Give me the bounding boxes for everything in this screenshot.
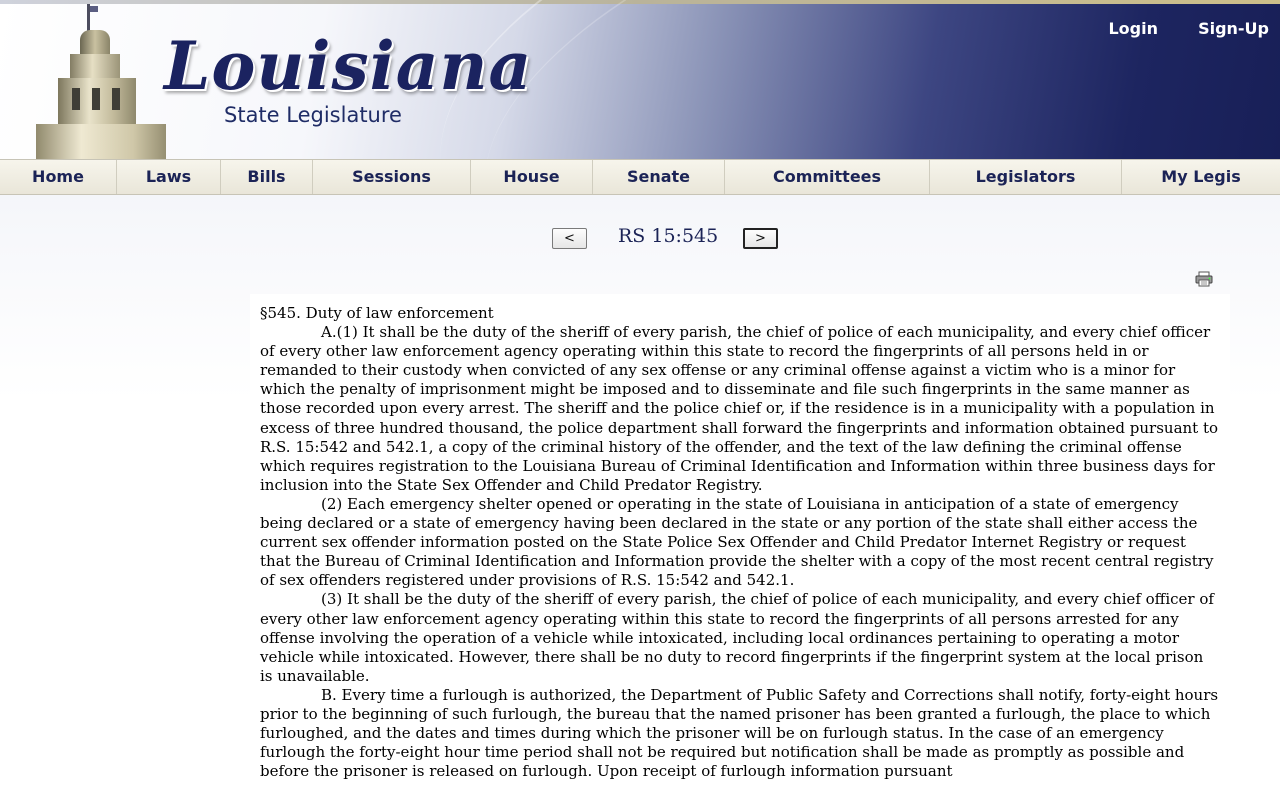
nav-legislators[interactable]: Legislators	[929, 160, 1121, 194]
nav-house[interactable]: House	[470, 160, 592, 194]
capitol-lantern	[80, 30, 110, 54]
law-citation-title: RS 15:545	[618, 225, 719, 247]
site-logo[interactable]: Louisiana State Legislature	[164, 30, 531, 140]
previous-law-button[interactable]: <	[552, 228, 587, 249]
capitol-base	[36, 124, 166, 160]
capitol-window	[72, 88, 80, 110]
flag	[90, 6, 98, 12]
capitol-window	[92, 88, 100, 110]
nav-committees[interactable]: Committees	[724, 160, 929, 194]
logo-subtitle: State Legislature	[224, 103, 402, 127]
account-links: Login Sign-Up	[1073, 19, 1269, 38]
nav-my-legis[interactable]: My Legis	[1121, 160, 1280, 194]
logo-title: Louisiana	[164, 27, 533, 105]
paragraph-a1: A.(1) It shall be the duty of the sherif…	[260, 323, 1219, 494]
next-law-button[interactable]: >	[743, 228, 778, 249]
nav-home[interactable]: Home	[0, 160, 116, 194]
paragraph-a2: (2) Each emergency shelter opened or ope…	[260, 494, 1214, 590]
nav-senate[interactable]: Senate	[592, 160, 724, 194]
main-nav: Home Laws Bills Sessions House Senate Co…	[0, 159, 1280, 195]
nav-sessions[interactable]: Sessions	[312, 160, 470, 194]
capitol-building-image	[32, 4, 172, 160]
section-heading: §545. Duty of law enforcement	[260, 304, 494, 322]
nav-bills[interactable]: Bills	[220, 160, 312, 194]
paragraph-b: B. Every time a furlough is authorized, …	[260, 685, 1219, 781]
capitol-window	[112, 88, 120, 110]
capitol-upper-tier	[70, 54, 120, 78]
nav-laws[interactable]: Laws	[116, 160, 220, 194]
law-document: §545. Duty of law enforcement A.(1) It s…	[250, 294, 1230, 800]
page: Louisiana State Legislature Login Sign-U…	[0, 0, 1280, 800]
paragraph-a3: (3) It shall be the duty of the sheriff …	[260, 590, 1214, 685]
signup-link[interactable]: Sign-Up	[1198, 19, 1269, 38]
printer-icon[interactable]	[1195, 271, 1213, 287]
site-header: Louisiana State Legislature Login Sign-U…	[0, 0, 1280, 160]
login-link[interactable]: Login	[1108, 19, 1158, 38]
